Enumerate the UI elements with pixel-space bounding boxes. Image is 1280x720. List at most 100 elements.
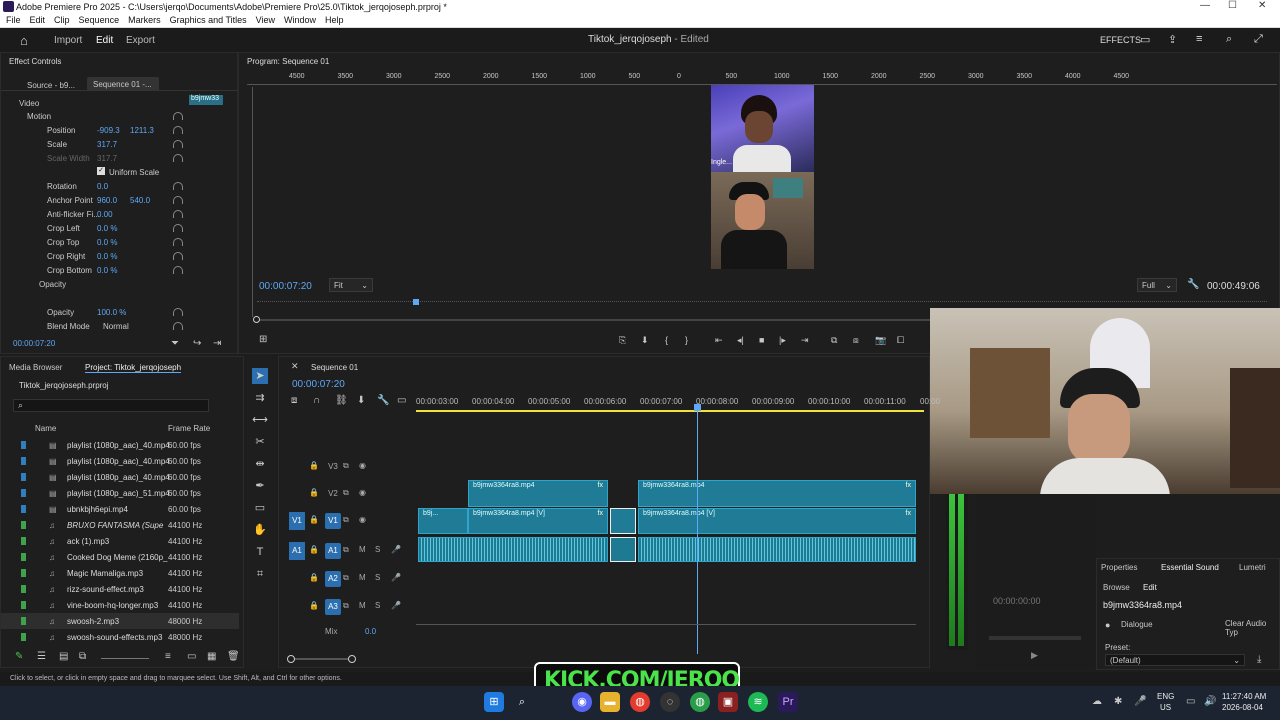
play-icon[interactable]: ▶ [1031,650,1038,661]
slip-icon[interactable]: ⇹ [252,456,268,472]
ec-row-value[interactable]: 0.0 % [97,252,117,261]
menu-window[interactable]: Window [284,15,316,25]
new-item-icon[interactable]: ▦ [207,651,216,662]
label-color-swatch[interactable] [21,601,26,609]
lock-icon[interactable]: 🔒 [309,461,319,470]
ec-row[interactable]: Blend Mode Normal [1,319,231,333]
timeline-timecode[interactable]: 00:00:07:20 [292,379,345,390]
mic-icon[interactable]: 🎤 [391,573,401,582]
taskbar-search-icon[interactable]: ⌕ [512,692,532,712]
eye-icon[interactable]: ◉ [359,515,366,524]
clip-v1-a[interactable]: b9j... [418,508,468,534]
spotify-icon[interactable]: ≋ [748,692,768,712]
ec-row-value[interactable]: 960.0 [97,196,117,205]
clear-audio-type-button[interactable]: Clear Audio Typ [1225,619,1279,637]
marker-icon[interactable]: ⬇ [641,335,649,346]
program-monitor-title[interactable]: Program: Sequence 01 [247,57,329,66]
reset-icon[interactable] [173,112,183,120]
project-item[interactable]: ♫ swoosh-sound-effects.mp3 48000 Hz [1,629,239,645]
insert-icon[interactable]: ⧉ [831,335,837,346]
reset-icon[interactable] [173,322,183,330]
type-icon[interactable]: T [252,544,268,560]
nest-icon[interactable]: ⧈ [291,395,297,406]
clock-time[interactable]: 11:27:40 AM [1222,692,1266,701]
lock-icon[interactable]: 🔒 [309,573,319,582]
track-name[interactable]: V2 [325,486,341,502]
caption-icon[interactable]: ⌗ [252,566,268,582]
label-color-swatch[interactable] [21,585,26,593]
tab-export[interactable]: Export [126,35,155,46]
mute-button[interactable]: M [359,545,366,554]
ec-row[interactable]: Crop Left 0.0 % [1,221,231,235]
fit-dropdown[interactable]: Fit ⌄ [329,278,373,292]
mic-icon[interactable]: 🎤 [391,545,401,554]
tab-media-browser[interactable]: Media Browser [9,363,62,372]
mic-icon[interactable]: 🎤 [1134,696,1146,707]
ec-row-value[interactable]: 317.7 [97,140,117,149]
ec-row[interactable]: Position -909.3 1211.3 [1,123,231,137]
project-item[interactable]: ♫ BRUXO FANTASMA (Supe 44100 Hz [1,517,239,533]
lock-icon[interactable]: 🔒 [309,601,319,610]
hand-icon[interactable]: ✋ [252,522,268,538]
sync-lock-icon[interactable]: ⧉ [343,461,349,471]
clip-v1-b[interactable]: b9jmw3364ra8.mp4 [V] fx [468,508,608,534]
save-preset-icon[interactable]: ⤓ [1257,654,1261,665]
dialogue-label[interactable]: Dialogue [1121,620,1153,629]
ec-row-value[interactable]: -909.3 [97,126,120,135]
reset-icon[interactable] [173,252,183,260]
panel-icon[interactable]: ▭ [1140,33,1150,46]
add-marker-icon[interactable]: ⬇ [357,395,365,406]
clip-v2-a[interactable]: b9jmw3364ra8.mp4 fx [468,480,608,507]
menu-lines-icon[interactable]: ≡ [1196,33,1202,45]
clip-v1-selected[interactable] [610,508,636,534]
track-header-a3[interactable]: 🔒 A3 ⧉ M S 🎤 [285,596,415,622]
reset-icon[interactable] [173,154,183,162]
ec-row-value[interactable]: 100.0 % [97,308,126,317]
sync-lock-icon[interactable]: ⧉ [343,545,349,555]
discord-icon[interactable]: ◉ [572,692,592,712]
tray-icon-2[interactable]: ✱ [1114,696,1122,707]
ec-row[interactable]: Scale Width 317.7 [1,151,231,165]
maximize-icon[interactable]: ☐ [1228,0,1237,11]
reset-icon[interactable] [173,140,183,148]
ripple-edit-icon[interactable]: ⟷ [252,412,268,428]
ec-row-value[interactable]: 0.00 [97,210,113,219]
label-color-swatch[interactable] [21,489,26,497]
overwrite-icon[interactable]: ⧈ [853,335,859,346]
project-item[interactable]: ▤ playlist (1080p_aac)_40.mp4 60.00 fps [1,469,239,485]
lock-icon[interactable]: 🔒 [309,545,319,554]
timeline-playhead[interactable] [697,404,698,654]
label-color-swatch[interactable] [21,617,26,625]
project-item[interactable]: ▤ ubnkbjh6epi.mp4 60.00 fps [1,501,239,517]
track-header-a2[interactable]: 🔒 A2 ⧉ M S 🎤 [285,568,415,594]
reset-icon[interactable] [173,308,183,316]
ec-row-value[interactable]: 317.7 [97,154,117,163]
sync-lock-icon[interactable]: ⧉ [343,601,349,611]
reset-icon[interactable] [173,266,183,274]
lock-icon[interactable]: 🔒 [309,488,319,497]
reset-icon[interactable] [173,210,183,218]
pen-icon[interactable]: ✒ [252,478,268,494]
track-name[interactable]: A2 [325,571,341,587]
solo-button[interactable]: S [375,573,380,582]
clip-a1-a[interactable] [418,537,608,562]
label-color-swatch[interactable] [21,569,26,577]
mute-button[interactable]: M [359,601,366,610]
new-bin-icon[interactable]: ▭ [187,651,196,662]
eye-icon[interactable]: ◉ [359,461,366,470]
ec-row-value-2[interactable]: 540.0 [130,196,150,205]
fullscreen-icon[interactable]: ⤢ [1254,33,1263,46]
tab-essential-sound[interactable]: Essential Sound [1161,563,1219,572]
track-name[interactable]: V3 [325,459,341,475]
subtab-browse[interactable]: Browse [1103,583,1130,592]
ec-row[interactable]: Anchor Point 960.0 540.0 [1,193,231,207]
trash-icon[interactable]: 🗑 [227,651,240,662]
mark-out-icon[interactable]: } [685,335,688,345]
ec-row[interactable]: Crop Bottom 0.0 % [1,263,231,277]
obs-icon[interactable]: ◌ [660,692,680,712]
reset-icon[interactable] [173,126,183,134]
ec-row-value[interactable]: Normal [103,322,129,331]
file-explorer-icon[interactable]: ▬ [600,692,620,712]
menu-help[interactable]: Help [325,15,344,25]
ec-row[interactable]: Anti-flicker Fi... 0.00 [1,207,231,221]
